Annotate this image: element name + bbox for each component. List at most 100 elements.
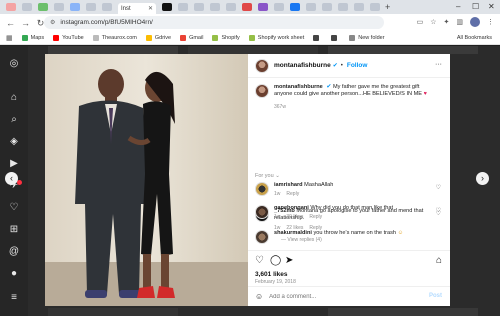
for-you-filter[interactable]: For you ⌄ [255,173,280,179]
tab-favicon[interactable] [274,3,284,11]
tab-favicon[interactable] [290,3,300,11]
bookmark-new-folder[interactable]: New folder [349,35,385,41]
tab-favicon[interactable] [162,3,172,11]
notifications-heart-icon[interactable]: ♡ [8,202,20,214]
comment-text: iamrishard MashaAllah [274,182,334,188]
save-bookmark-icon[interactable]: ⌂ [436,255,442,266]
reply-button[interactable]: Reply [309,214,322,220]
tab-favicon[interactable] [306,3,316,11]
tab-favicon[interactable] [242,3,252,11]
post-comment-button[interactable]: Post [429,293,442,299]
bookmark-unnamed[interactable] [331,35,340,41]
tab-favicon[interactable] [258,3,268,11]
menu-icon[interactable]: ⋮ [487,18,494,26]
post-photo [45,54,248,306]
search-icon[interactable]: ⌕ [8,114,20,126]
reels-icon[interactable]: ▶ [8,158,20,170]
bookmark-star-icon[interactable]: ☆ [430,18,436,26]
sidepanel-icon[interactable]: ▥ [456,18,463,26]
apps-icon[interactable]: ▦ [6,34,13,42]
share-icon[interactable]: ➤ [285,255,293,266]
caption-age: 367w [274,104,286,110]
commenter-avatar[interactable] [255,230,269,244]
next-post-button[interactable]: › [476,172,489,185]
like-heart-icon[interactable]: ♡ [255,255,264,266]
tab-favicon[interactable] [102,3,112,11]
follow-button[interactable]: Follow [347,62,368,69]
close-icon[interactable]: ✕ [148,5,153,12]
comment-icon[interactable]: ◯ [270,255,281,266]
verified-badge-icon: ✔ [332,63,338,69]
tab-favicon[interactable] [70,3,80,11]
author-username[interactable]: montanafishburne [274,62,331,69]
site-info-icon[interactable]: ⚙ [50,19,55,26]
forward-icon[interactable]: → [21,18,30,28]
previous-post-button[interactable]: ‹ [5,172,18,185]
profile-avatar-icon[interactable]: ● [8,268,20,280]
commenter-username[interactable]: gapebongani [274,205,309,211]
likes-count[interactable]: 3,601 likes [255,271,288,278]
tab-favicon[interactable] [194,3,204,11]
more-menu-icon[interactable]: ≡ [8,292,20,304]
bookmark-shopify[interactable]: Shopify [212,35,240,41]
comment-input[interactable] [269,293,410,300]
tab-favicon[interactable] [6,3,16,11]
tab-favicon[interactable] [338,3,348,11]
chevron-down-icon: ⌄ [275,173,280,179]
reply-button[interactable]: Reply [286,191,299,197]
site-icon [331,35,338,41]
youtube-icon [53,35,60,41]
tab-favicon[interactable] [370,3,380,11]
tab-favicon[interactable] [178,3,188,11]
tab-favicon[interactable] [22,3,32,11]
tab-favicon[interactable] [54,3,64,11]
bookmark-maps[interactable]: Maps [21,35,44,41]
maximize-icon[interactable]: ☐ [472,2,479,11]
emoji-picker-icon[interactable]: ☺ [255,292,263,301]
instagram-logo-icon[interactable]: ◎ [8,58,20,70]
explore-icon[interactable]: ◈ [8,136,20,148]
author-avatar[interactable] [255,58,269,73]
caption-username[interactable]: montanafishburne [274,84,323,90]
bookmark-gdrive[interactable]: Gdrive [145,35,171,41]
minimize-icon[interactable]: – [456,2,460,11]
tab-instagram[interactable]: Inst ✕ [118,3,156,14]
new-tab-icon[interactable]: + [385,2,390,12]
commenter-username[interactable]: shakurmaldini [274,230,312,236]
tab-favicon[interactable] [210,3,220,11]
extensions-icon[interactable]: ✦ [444,18,450,26]
tab-favicon[interactable] [38,3,48,11]
bookmarks-bar: ▦ Maps YouTube Theaurox.com Gdrive Gmail… [0,32,500,45]
commenter-avatar[interactable] [255,205,269,219]
url-input[interactable]: ⚙ instagram.com/p/BfU5MIHO4rn/ [44,16,384,29]
close-window-icon[interactable]: ✕ [488,2,495,11]
like-comment-heart-icon[interactable]: ♡ [436,184,441,191]
author-avatar[interactable] [255,84,269,98]
tab-favicon[interactable] [226,3,236,11]
all-bookmarks[interactable]: All Bookmarks [457,35,492,41]
bookmark-unnamed[interactable] [313,35,322,41]
commenter-username[interactable]: iamrishard [274,182,303,188]
like-comment-heart-icon[interactable]: ♡ [436,207,441,214]
create-icon[interactable]: ⊞ [8,224,20,236]
maps-icon [21,35,28,41]
tab-favicon[interactable] [354,3,364,11]
tab-favicon[interactable] [86,3,96,11]
bookmark-gmail[interactable]: Gmail [180,35,203,41]
bookmark-shopify-sheet[interactable]: Shopify work sheet [248,35,304,41]
more-options-icon[interactable]: ··· [435,61,442,68]
bookmark-youtube[interactable]: YouTube [53,35,84,41]
profile-avatar[interactable] [470,17,480,27]
commenter-avatar[interactable] [255,182,269,196]
threads-icon[interactable]: @ [8,246,20,258]
bookmark-theaurox[interactable]: Theaurox.com [92,35,137,41]
post-header: montanafishburne ✔ • Follow ··· [248,54,450,78]
back-icon[interactable]: ← [6,18,15,28]
cast-icon[interactable]: ▭ [417,18,424,26]
home-icon[interactable]: ⌂ [8,92,20,104]
add-comment-bar: ☺ Post [248,286,450,306]
tab-strip: Inst ✕ + – ☐ ✕ [0,0,500,14]
tab-favicon[interactable] [322,3,332,11]
gmail-icon [180,35,187,41]
emoji-icon: ☺ [397,230,404,236]
